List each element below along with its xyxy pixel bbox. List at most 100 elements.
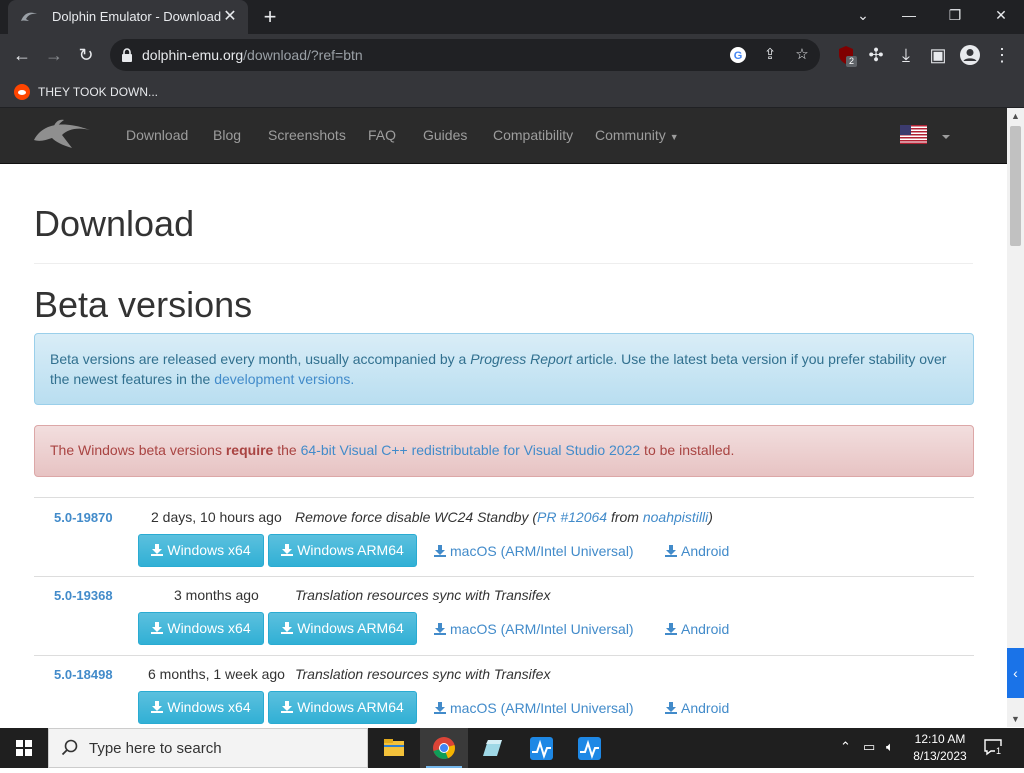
scrollbar-thumb[interactable] <box>1010 126 1021 246</box>
download-icon <box>151 622 164 634</box>
volume-icon[interactable]: 🔈︎ <box>886 739 894 755</box>
side-panel-toggle-icon[interactable]: ‹ <box>1007 648 1024 698</box>
bookmark-star-icon[interactable]: ☆ <box>790 43 814 67</box>
release-description: Translation resources sync with Transife… <box>295 666 551 682</box>
bookmarks-bar: THEY TOOK DOWN... <box>0 76 1024 108</box>
chrome-menu-icon[interactable]: ⋮ <box>988 41 1016 69</box>
close-window-button[interactable]: ✕ <box>978 0 1024 32</box>
download-macos-link[interactable]: macOS (ARM/Intel Universal) <box>434 700 634 716</box>
google-icon[interactable]: G <box>726 43 750 67</box>
page-scrollbar[interactable]: ▲ ▼ <box>1007 108 1024 727</box>
development-versions-link[interactable]: development versions. <box>214 371 354 387</box>
notifications-icon[interactable]: 1 <box>983 737 1003 760</box>
notification-count: 1 <box>995 746 1003 756</box>
close-tab-icon[interactable]: ✕ <box>220 7 240 27</box>
new-tab-button[interactable]: + <box>258 5 282 29</box>
release-version-link[interactable]: 5.0-18498 <box>54 667 113 682</box>
windows-start-icon[interactable] <box>0 728 48 768</box>
reload-icon[interactable]: ↻ <box>72 41 100 69</box>
clock-time: 12:10 AM <box>914 732 966 746</box>
download-windows-arm64-button[interactable]: Windows ARM64 <box>268 612 417 645</box>
nav-faq[interactable]: FAQ <box>368 127 396 143</box>
minimize-button[interactable]: — <box>886 0 932 32</box>
download-windows-x64-button[interactable]: Windows x64 <box>138 534 264 567</box>
side-panel-icon[interactable]: ▣ <box>924 41 952 69</box>
bookmark-label: THEY TOOK DOWN... <box>38 85 159 99</box>
release-version-link[interactable]: 5.0-19870 <box>54 510 113 525</box>
author-link[interactable]: noahpistilli <box>643 509 708 525</box>
pulse-app-icon[interactable] <box>566 728 614 768</box>
scroll-down-icon[interactable]: ▼ <box>1007 711 1024 727</box>
release-desc-text: Remove force disable WC24 Standby ( <box>295 509 537 525</box>
restore-button[interactable]: ❐ <box>932 0 978 32</box>
release-description: Remove force disable WC24 Standby (PR #1… <box>295 509 713 525</box>
chrome-taskbar-icon[interactable] <box>420 728 468 768</box>
profile-avatar-icon[interactable] <box>956 41 984 69</box>
download-icon[interactable]: ⤓ <box>892 41 920 69</box>
taskbar-clock[interactable]: 12:10 AM 8/13/2023 <box>910 731 970 765</box>
file-explorer-icon[interactable] <box>370 728 418 768</box>
page-title: Download <box>34 203 195 244</box>
dolphin-logo-icon[interactable] <box>32 118 92 154</box>
button-label: Windows x64 <box>167 699 251 715</box>
scroll-up-icon[interactable]: ▲ <box>1007 108 1024 124</box>
show-hidden-icons-icon[interactable]: ⌃ <box>840 739 851 755</box>
search-icon <box>61 739 78 756</box>
network-icon[interactable]: ▭ <box>863 739 875 755</box>
us-flag-icon[interactable] <box>900 125 927 144</box>
nav-screenshots[interactable]: Screenshots <box>268 127 346 143</box>
download-windows-arm64-button[interactable]: Windows ARM64 <box>268 691 417 724</box>
row-divider <box>34 576 974 577</box>
ublock-extension-icon[interactable]: 2 <box>832 41 860 69</box>
download-android-link[interactable]: Android <box>665 543 729 559</box>
link-label: Android <box>681 621 730 637</box>
download-icon <box>434 702 446 714</box>
vcredist-warning-alert: The Windows beta versions require the 64… <box>34 425 974 477</box>
lock-icon <box>122 48 132 62</box>
bookmark-item[interactable]: THEY TOOK DOWN... <box>14 83 158 101</box>
row-divider <box>34 655 974 656</box>
download-icon <box>665 702 677 714</box>
warning-text-3: to be installed. <box>640 442 735 458</box>
info-text-1: Beta versions are released every month, … <box>50 351 471 367</box>
caret-down-icon: ▼ <box>669 132 679 142</box>
clock-date: 8/13/2023 <box>913 749 967 763</box>
download-windows-arm64-button[interactable]: Windows ARM64 <box>268 534 417 567</box>
button-label: Windows x64 <box>167 620 251 636</box>
language-caret-icon[interactable] <box>942 135 950 139</box>
nav-blog[interactable]: Blog <box>213 127 241 143</box>
download-macos-link[interactable]: macOS (ARM/Intel Universal) <box>434 621 634 637</box>
app-taskbar-icon[interactable] <box>468 728 516 768</box>
download-icon <box>434 623 446 635</box>
extension-badge: 2 <box>846 56 858 67</box>
download-windows-x64-button[interactable]: Windows x64 <box>138 612 264 645</box>
taskbar-search-input[interactable]: Type here to search <box>48 728 368 768</box>
share-icon[interactable]: ⇪ <box>758 43 782 67</box>
nav-download[interactable]: Download <box>126 127 188 143</box>
browser-tab[interactable]: Dolphin Emulator - Download ✕ <box>8 0 248 34</box>
vcredist-link[interactable]: 64-bit Visual C++ redistributable for Vi… <box>301 442 641 458</box>
site-navbar: Download Blog Screenshots FAQ Guides Com… <box>0 108 1007 164</box>
button-label: Windows ARM64 <box>297 542 404 558</box>
download-macos-link[interactable]: macOS (ARM/Intel Universal) <box>434 543 634 559</box>
nav-compatibility[interactable]: Compatibility <box>493 127 573 143</box>
nav-guides[interactable]: Guides <box>423 127 467 143</box>
release-desc-close: ) <box>708 509 713 525</box>
pr-link[interactable]: PR #12064 <box>537 509 607 525</box>
tab-search-icon[interactable]: ⌄ <box>840 0 886 32</box>
address-bar[interactable]: dolphin-emu.org/download/?ref=btn G ⇪ ☆ <box>110 39 820 71</box>
extensions-puzzle-icon[interactable]: ✣ <box>862 41 890 69</box>
reddit-icon <box>14 84 30 100</box>
section-title: Beta versions <box>34 284 253 325</box>
download-icon <box>665 623 677 635</box>
dolphin-favicon-icon <box>21 12 37 21</box>
release-version-link[interactable]: 5.0-19368 <box>54 588 113 603</box>
download-android-link[interactable]: Android <box>665 700 729 716</box>
forward-icon[interactable]: → <box>40 41 68 69</box>
back-icon[interactable]: ← <box>8 41 36 69</box>
pulse-app-icon[interactable] <box>518 728 566 768</box>
download-windows-x64-button[interactable]: Windows x64 <box>138 691 264 724</box>
nav-community[interactable]: Community ▼ <box>595 127 679 143</box>
download-android-link[interactable]: Android <box>665 621 729 637</box>
release-age: 2 days, 10 hours ago <box>151 509 282 525</box>
